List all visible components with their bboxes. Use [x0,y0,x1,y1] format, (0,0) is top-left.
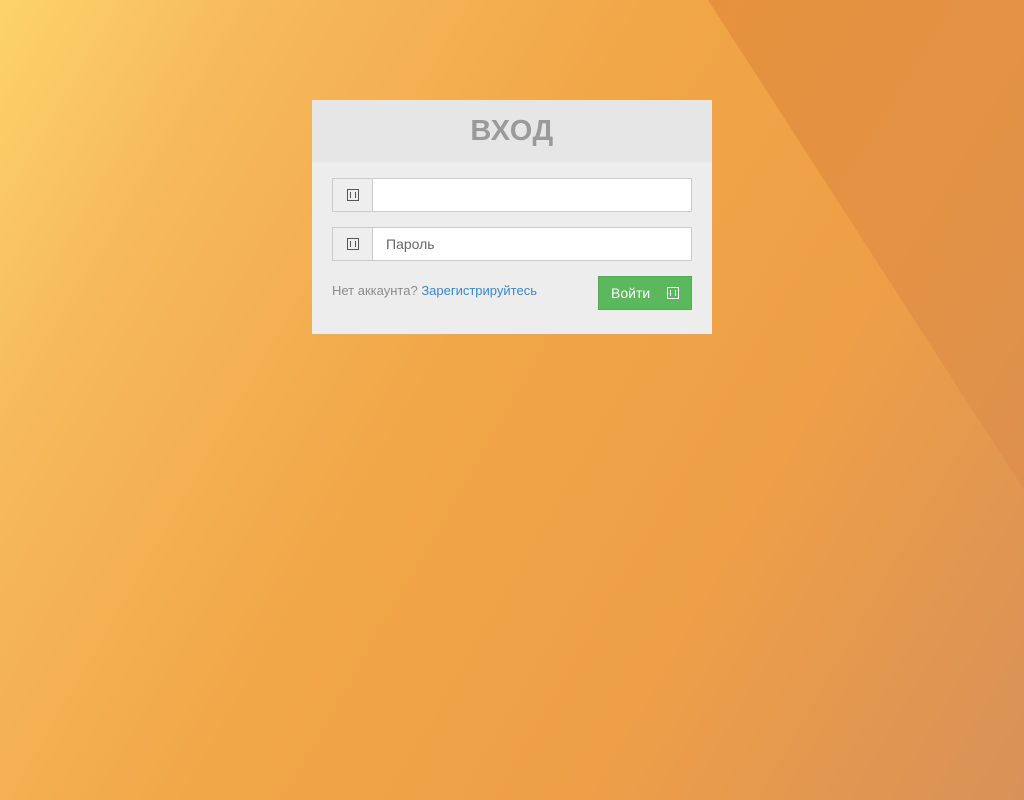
login-button[interactable]: Войти [598,276,692,310]
login-button-label: Войти [611,285,651,301]
no-account-text: Нет аккаунта? [332,283,418,298]
username-input[interactable] [372,178,692,212]
login-panel: ВХОД Нет аккаунта? Зарегистрируйтесь Вой… [312,100,712,334]
login-footer: Нет аккаунта? Зарегистрируйтесь Войти [332,276,692,310]
login-form: Нет аккаунта? Зарегистрируйтесь Войти [312,162,712,310]
lock-icon [346,238,359,250]
log-in-icon [667,287,679,299]
user-icon [346,189,359,201]
password-group [332,227,692,261]
lock-icon-addon [332,227,372,261]
page-title: ВХОД [470,114,554,147]
register-link[interactable]: Зарегистрируйтесь [421,283,537,298]
password-input[interactable] [372,227,692,261]
signup-prompt: Нет аккаунта? Зарегистрируйтесь [332,276,537,298]
login-header: ВХОД [312,100,712,162]
user-icon-addon [332,178,372,212]
username-group [332,178,692,212]
